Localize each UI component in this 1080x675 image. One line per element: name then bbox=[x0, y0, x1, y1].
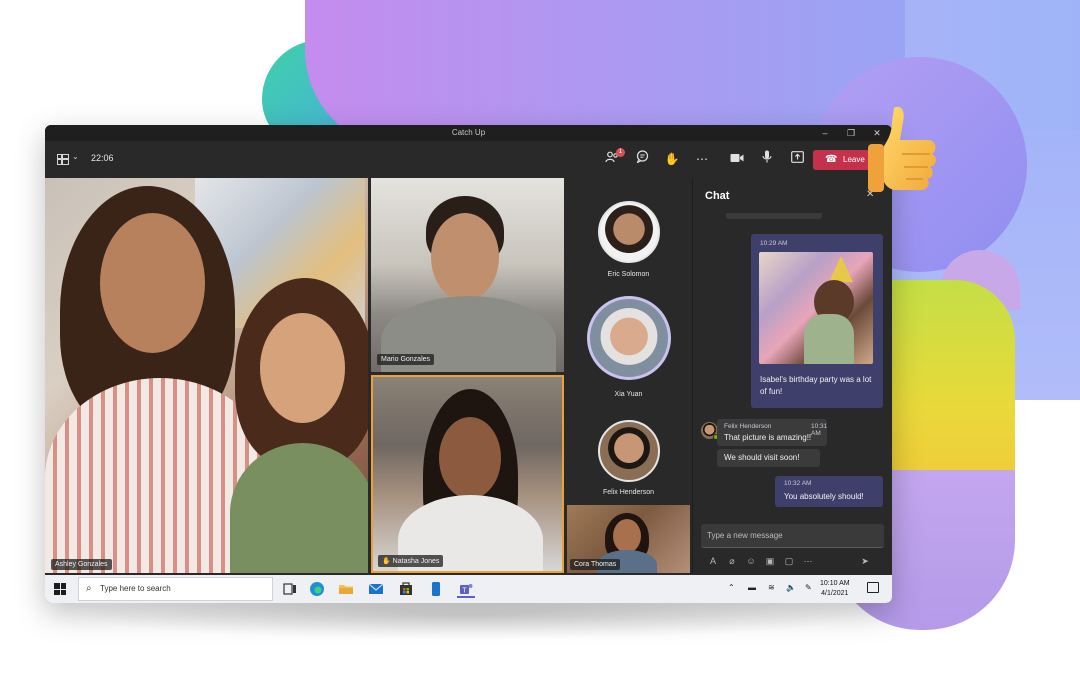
mic-icon[interactable] bbox=[758, 150, 776, 168]
more-icon[interactable]: ⋯ bbox=[693, 150, 711, 168]
search-icon: ⌕ bbox=[86, 583, 92, 594]
meeting-timer: 22:06 bbox=[91, 153, 114, 163]
emoji-icon[interactable]: ☺ bbox=[745, 555, 757, 567]
leave-label: Leave bbox=[843, 155, 865, 164]
chat-icon[interactable] bbox=[633, 150, 651, 168]
message-sender: Felix Henderson bbox=[724, 423, 772, 430]
message-bubble: 10:32 AM You absolutely should! bbox=[775, 476, 883, 507]
share-icon[interactable] bbox=[788, 150, 806, 168]
chevron-down-icon[interactable]: ⌄ bbox=[72, 152, 79, 161]
windows-taskbar: ⌕ Type here to search T ⌃ ▬ ≋ 🔈 ✎ 10:10 … bbox=[45, 575, 892, 603]
pen-icon[interactable]: ✎ bbox=[805, 583, 812, 592]
store-icon[interactable] bbox=[397, 580, 415, 598]
battery-icon[interactable]: ▬ bbox=[748, 583, 756, 592]
message-bubble: We should visit soon! bbox=[717, 449, 820, 467]
message-time: 10:32 AM bbox=[784, 480, 812, 487]
message-text: You absolutely should! bbox=[784, 492, 864, 501]
notification-icon[interactable] bbox=[867, 582, 879, 593]
mail-icon[interactable] bbox=[367, 580, 385, 598]
participant-name-label: Ashley Gonzales bbox=[51, 559, 112, 570]
gif-icon[interactable]: ▣ bbox=[764, 555, 776, 567]
participant-name-label: ✋ Natasha Jones bbox=[378, 555, 444, 567]
task-view-icon[interactable] bbox=[281, 580, 299, 598]
stage: Catch Up – ❐ ✕ ⌄ 22:06 1 ✋ ⋯ ☎ Leave Ash… bbox=[0, 0, 1080, 675]
avatar-column: Eric Solomon Xia Yuan Felix Henderson bbox=[567, 178, 690, 503]
party-hat bbox=[829, 256, 853, 282]
video-tile-natasha[interactable]: ✋ Natasha Jones bbox=[371, 375, 564, 573]
participants-badge: 1 bbox=[616, 148, 625, 157]
message-text: Isabel's birthday party was a lot of fun… bbox=[760, 375, 872, 396]
camera-icon[interactable] bbox=[728, 150, 746, 168]
attach-icon[interactable]: ⌀ bbox=[726, 555, 738, 567]
phone-app-icon[interactable] bbox=[427, 580, 445, 598]
message-time: 10:29 AM bbox=[760, 240, 788, 247]
avatar-name: Felix Henderson bbox=[603, 489, 654, 496]
woman-face bbox=[100, 213, 205, 353]
file-explorer-icon[interactable] bbox=[337, 580, 355, 598]
message-input[interactable] bbox=[701, 524, 884, 547]
girl-shirt bbox=[230, 443, 368, 573]
avatar-eric[interactable] bbox=[598, 201, 660, 263]
edge-icon[interactable] bbox=[308, 580, 326, 598]
taskbar-date: 4/1/2021 bbox=[821, 590, 849, 597]
window-title: Catch Up bbox=[451, 128, 486, 137]
svg-text:T: T bbox=[462, 588, 467, 595]
more-options-icon[interactable]: ⋯ bbox=[802, 555, 814, 567]
avatar-xia[interactable] bbox=[587, 296, 671, 380]
teams-window: Catch Up – ❐ ✕ ⌄ 22:06 1 ✋ ⋯ ☎ Leave Ash… bbox=[45, 125, 892, 603]
minimize-icon[interactable]: – bbox=[816, 126, 834, 140]
participant-name-label: Mario Gonzales bbox=[377, 354, 435, 365]
format-icon[interactable]: A bbox=[707, 555, 719, 567]
sticker-icon[interactable]: ▢ bbox=[783, 555, 795, 567]
birthday-photo[interactable] bbox=[759, 252, 873, 364]
volume-icon[interactable]: 🔈 bbox=[786, 583, 796, 592]
avatar-felix[interactable] bbox=[598, 420, 660, 482]
title-bar: Catch Up – ❐ ✕ bbox=[45, 125, 892, 141]
message-text: We should visit soon! bbox=[724, 453, 800, 462]
avatar-name: Eric Solomon bbox=[607, 271, 650, 278]
grid-icon[interactable] bbox=[57, 154, 69, 165]
chat-panel: Chat ✕ 10:29 AM Isabel's birthday party … bbox=[692, 178, 892, 573]
teams-icon[interactable]: T bbox=[457, 580, 475, 598]
meeting-toolbar: ⌄ 22:06 1 ✋ ⋯ ☎ Leave bbox=[45, 141, 892, 177]
woman-face bbox=[439, 417, 501, 499]
participant-name: Natasha Jones bbox=[392, 558, 440, 565]
search-placeholder: Type here to search bbox=[100, 584, 171, 593]
raise-hand-icon[interactable]: ✋ bbox=[663, 150, 681, 168]
message-text: That picture is amazing!! bbox=[724, 433, 812, 442]
video-tile-mario[interactable]: Mario Gonzales bbox=[371, 178, 564, 372]
participant-name-label: Cora Thomas bbox=[570, 559, 621, 570]
taskbar-clock[interactable]: 10:10 AM 4/1/2021 bbox=[820, 579, 850, 599]
chat-title: Chat bbox=[705, 190, 730, 202]
avatar-name: Xia Yuan bbox=[614, 391, 643, 398]
man-face bbox=[431, 213, 499, 301]
thumbs-up-icon bbox=[866, 100, 946, 200]
girl-dress bbox=[804, 314, 854, 364]
windows-start-icon[interactable] bbox=[54, 583, 66, 595]
taskbar-search[interactable]: ⌕ Type here to search bbox=[78, 577, 273, 601]
taskbar-time: 10:10 AM bbox=[820, 580, 850, 587]
raise-hand-icon: ✋ bbox=[382, 558, 391, 565]
video-tile-ashley[interactable]: Ashley Gonzales bbox=[45, 178, 368, 573]
woman-face bbox=[613, 519, 641, 553]
compose-box[interactable] bbox=[701, 524, 884, 548]
message-bubble: Felix Henderson 10:31 AM That picture is… bbox=[717, 419, 827, 446]
maximize-icon[interactable]: ❐ bbox=[842, 126, 860, 140]
send-icon[interactable]: ➤ bbox=[859, 555, 871, 567]
phone-icon: ☎ bbox=[825, 154, 838, 165]
wifi-icon[interactable]: ≋ bbox=[768, 583, 775, 592]
video-tile-cora[interactable]: Cora Thomas bbox=[567, 505, 690, 573]
message-time: 10:31 AM bbox=[811, 423, 828, 437]
girl-face bbox=[260, 313, 345, 423]
previous-message-edge bbox=[726, 213, 822, 219]
message-photo-bubble: 10:29 AM Isabel's birthday party was a l… bbox=[751, 234, 883, 408]
chevron-up-icon[interactable]: ⌃ bbox=[728, 583, 735, 592]
